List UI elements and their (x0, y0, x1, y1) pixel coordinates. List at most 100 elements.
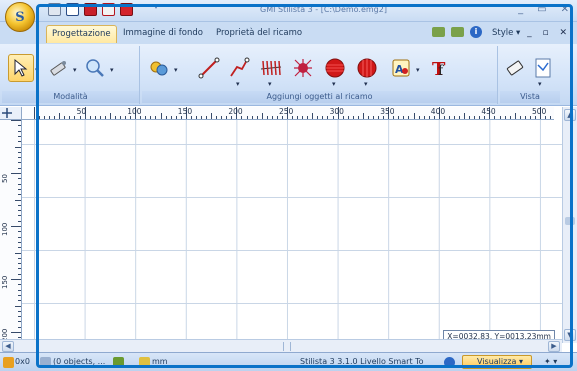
vertical-ruler: 50 100 150 200 (0, 120, 22, 344)
satin-line-icon[interactable] (258, 54, 284, 82)
vertical-scrollbar[interactable]: ▲ ▼ (562, 107, 577, 343)
ruler-tick (18, 257, 21, 259)
group-vista: ▾ Vista (500, 46, 560, 104)
select-icon[interactable] (8, 54, 34, 82)
ruler-tick (418, 116, 420, 119)
scroll-down-button[interactable]: ▼ (564, 329, 576, 341)
ruler-tick (165, 116, 167, 119)
undo-icon[interactable] (48, 3, 61, 16)
ruler-tick (342, 116, 344, 119)
save-icon[interactable] (84, 3, 97, 16)
mdi-window-controls[interactable]: _ ▫ ✕ (527, 28, 571, 38)
tab-proprieta-del-ricamo[interactable]: Proprietà del ricamo (211, 25, 307, 43)
tab-progettazione[interactable]: Progettazione (46, 25, 117, 43)
design-canvas[interactable] (22, 120, 562, 339)
ruler-tick (297, 116, 299, 119)
ruler-label: 400 (430, 107, 446, 116)
cursor-position-icon (3, 357, 14, 368)
ellipse-satin-dropdown-icon[interactable]: ▾ (364, 80, 368, 88)
ruler-tick (509, 116, 511, 119)
ruler-tick (302, 116, 304, 119)
ruler-origin-icon[interactable] (0, 107, 22, 120)
line-dropdown-icon[interactable]: ▾ (236, 80, 240, 88)
app-orb-button[interactable]: S (5, 2, 35, 32)
chain-icon[interactable] (146, 54, 172, 82)
ruler-tick (357, 116, 359, 119)
lettering-icon[interactable]: A (388, 54, 414, 82)
ruler-tick (332, 116, 334, 119)
ruler-tick (18, 125, 21, 127)
ruler-tick (34, 107, 35, 119)
ellipse-satin-icon[interactable] (354, 54, 380, 82)
objects-count: (0 objects, ... (53, 357, 106, 366)
ruler-label: 150 (1, 275, 9, 289)
vista-dropdown-icon[interactable]: ▾ (538, 80, 542, 88)
group-label-modalita: Modalità (2, 91, 139, 103)
zoom-icon[interactable] (82, 54, 108, 82)
ruler-tick (195, 116, 197, 119)
qat-customize-icon[interactable]: ▾ (154, 2, 158, 11)
ruler-tick (15, 305, 21, 307)
window-controls: _ ▭ ✕ (518, 4, 569, 15)
line-stitch-icon[interactable] (196, 54, 222, 82)
ruler-tick (211, 113, 213, 119)
chain-dropdown-icon[interactable]: ▾ (174, 66, 178, 74)
tab-immagine-di-fondo[interactable]: Immagine di fondo (118, 25, 208, 43)
ruler-tick (519, 116, 521, 119)
info-icon[interactable] (444, 357, 455, 368)
ruler-label: 300 (329, 107, 344, 116)
monogram-icon[interactable]: Tf (428, 54, 454, 82)
ruler-tick (18, 300, 21, 302)
status-more-icon[interactable]: ✦ ▾ (544, 357, 557, 366)
objects-icon (40, 357, 51, 368)
ruler-tick (18, 268, 21, 270)
ellipse-fill-dropdown-icon[interactable]: ▾ (332, 80, 336, 88)
visualizza-dropdown[interactable]: Visualizza ▾ (462, 355, 532, 369)
ruler-tick (499, 116, 501, 119)
ruler-tick (18, 204, 21, 206)
units-icon (139, 357, 150, 368)
ruler-tick (175, 116, 177, 119)
ruler-tick (109, 113, 111, 119)
units-label[interactable]: mm (152, 357, 168, 366)
scroll-up-button[interactable]: ▲ (564, 109, 576, 121)
window-title: GMI Stilista 3 - [C:\Demo.emg2] (260, 5, 387, 14)
ellipse-fill-icon[interactable] (322, 54, 348, 82)
close-button[interactable]: ✕ (561, 4, 569, 15)
close-doc-icon[interactable] (66, 3, 79, 16)
ruler-tick (18, 162, 21, 164)
ruler-tick (271, 116, 273, 119)
scroll-left-button[interactable]: ◀ (2, 341, 14, 352)
ruler-tick (347, 116, 349, 119)
wand-icon[interactable] (46, 54, 72, 82)
ruler-label: 100 (127, 107, 142, 116)
ruler-tick (464, 113, 466, 119)
scroll-right-button[interactable]: ▶ (548, 341, 560, 352)
zoom-dropdown-icon[interactable]: ▾ (110, 66, 114, 74)
ruler-tick (64, 116, 66, 119)
help-icon[interactable]: i (470, 26, 482, 38)
zigzag-icon[interactable] (290, 54, 316, 82)
back-arrow-icon[interactable] (432, 27, 445, 37)
print-icon[interactable] (120, 3, 133, 16)
select-dropdown-icon[interactable]: ▾ (35, 66, 39, 74)
ruler-tick (125, 116, 127, 119)
ruler-tick (276, 116, 278, 119)
maximize-button[interactable]: ▭ (537, 4, 546, 15)
satin-dropdown-icon[interactable]: ▾ (268, 80, 272, 88)
ruler-tick (246, 116, 248, 119)
lettering-dropdown-icon[interactable]: ▾ (416, 66, 420, 74)
hscroll-grip[interactable] (283, 342, 291, 351)
eraser-icon[interactable] (502, 54, 528, 82)
wand-dropdown-icon[interactable]: ▾ (73, 66, 77, 74)
horizontal-ruler: 50 100 150 200 250 300 350 400 450 500 (22, 107, 554, 120)
ruler-tick (317, 116, 319, 119)
line-stitch-2-icon[interactable] (226, 54, 252, 82)
style-dropdown[interactable]: Style ▾ (492, 28, 520, 38)
minimize-button[interactable]: _ (518, 4, 523, 15)
horizontal-scrollbar[interactable]: ◀ ▶ (0, 339, 562, 352)
open-icon[interactable] (102, 3, 115, 16)
page-icon[interactable] (530, 54, 556, 82)
scroll-thumb[interactable] (565, 217, 575, 225)
forward-arrow-icon[interactable] (451, 27, 464, 37)
